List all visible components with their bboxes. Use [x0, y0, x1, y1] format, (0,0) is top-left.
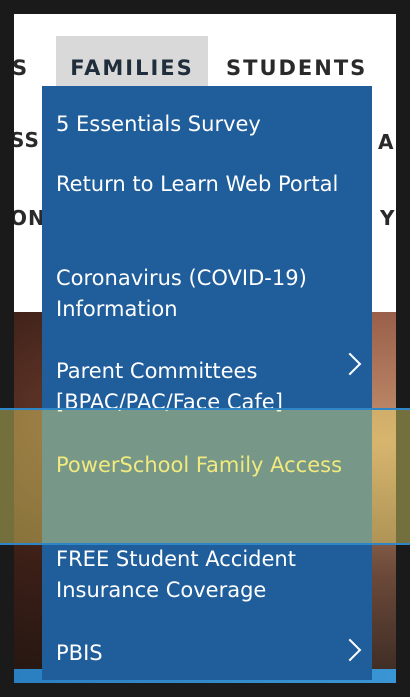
sub-nav-fragment-left-1[interactable]: SS — [14, 128, 40, 152]
highlight-overlay — [0, 408, 410, 545]
menu-item-5-essentials-survey[interactable]: 5 Essentials Survey — [56, 109, 346, 140]
families-dropdown-menu: 5 Essentials Survey Return to Learn Web … — [42, 86, 372, 680]
menu-item-student-accident-insurance[interactable]: FREE Student Accident Insurance Coverage — [56, 544, 346, 606]
screenshot-frame: S FAMILIES STUDENTS SS ON A Y 5 Essentia… — [0, 0, 410, 697]
sub-nav-fragment-right-2[interactable]: Y — [380, 206, 395, 230]
nav-tab-partial-left[interactable]: S — [14, 36, 42, 100]
menu-item-return-to-learn[interactable]: Return to Learn Web Portal — [56, 169, 346, 200]
sub-nav-fragment-left-2[interactable]: ON — [14, 206, 46, 230]
menu-item-coronavirus-info[interactable]: Coronavirus (COVID-19) Information — [56, 263, 346, 325]
menu-item-pbis[interactable]: PBIS — [56, 638, 346, 669]
sub-nav-fragment-right-1[interactable]: A — [378, 130, 394, 154]
